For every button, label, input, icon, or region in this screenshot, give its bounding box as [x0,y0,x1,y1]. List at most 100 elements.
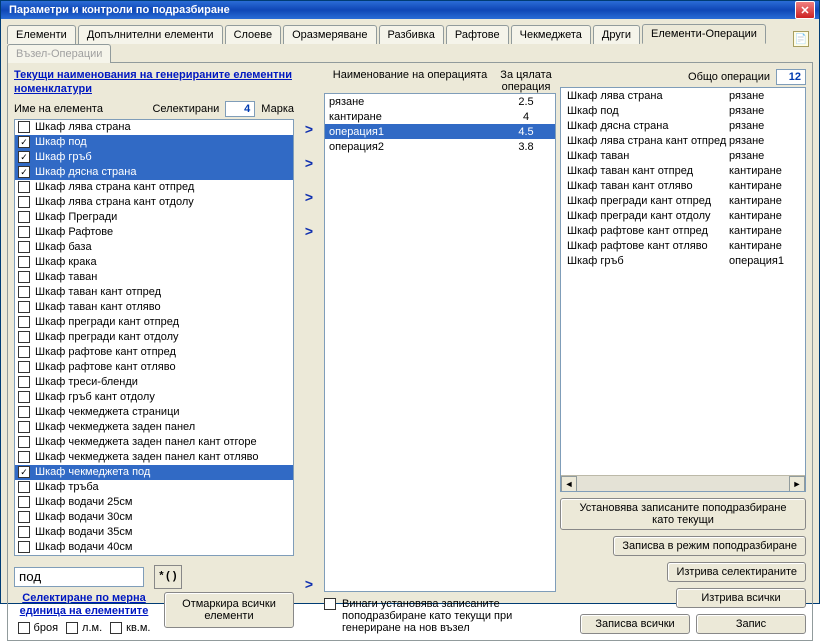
operation-row[interactable]: операция23.8 [325,139,555,154]
result-row[interactable]: Шкаф гръбоперация1 [561,253,805,268]
list-item[interactable]: Шкаф чекмеджета страници [15,405,293,420]
operation-row[interactable]: кантиране4 [325,109,555,124]
set-defaults-button[interactable]: Установява записаните поподразбиране кат… [560,498,806,530]
result-row[interactable]: Шкаф лява страна кант отпредрязане [561,133,805,148]
list-item[interactable]: Шкаф лява страна [15,120,293,135]
item-checkbox[interactable] [18,286,30,298]
list-item[interactable]: Шкаф водачи 35см [15,525,293,540]
close-button[interactable]: ✕ [795,1,815,19]
item-checkbox[interactable] [18,121,30,133]
horizontal-scrollbar[interactable]: ◄ ► [561,475,805,491]
item-checkbox[interactable] [18,256,30,268]
list-item[interactable]: Шкаф таван кант отпред [15,285,293,300]
result-row[interactable]: Шкаф подрязане [561,103,805,118]
list-item[interactable]: Шкаф рафтове кант отляво [15,360,293,375]
tab-6[interactable]: Чекмеджета [511,25,591,44]
tab-3[interactable]: Оразмеряване [283,25,376,44]
list-item[interactable]: Шкаф дясна страна [15,165,293,180]
unit-checkbox[interactable] [18,622,30,634]
list-item[interactable]: Шкаф таван кант отляво [15,300,293,315]
item-checkbox[interactable] [18,496,30,508]
list-item[interactable]: Шкаф гръб кант отдолу [15,390,293,405]
list-item[interactable]: Шкаф водачи 25см [15,495,293,510]
list-item[interactable]: Шкаф тръба [15,480,293,495]
result-row[interactable]: Шкаф прегради кант отпредкантиране [561,193,805,208]
list-item[interactable]: Шкаф база [15,240,293,255]
list-item[interactable]: Шкаф Рафтове [15,225,293,240]
list-item[interactable]: Шкаф водачи 40см [15,540,293,555]
item-checkbox[interactable] [18,541,30,553]
list-item[interactable]: Шкаф рафтове кант отпред [15,345,293,360]
list-item[interactable]: Шкаф чекмеджета под [15,465,293,480]
unit-checkbox[interactable] [110,622,122,634]
result-list[interactable]: Шкаф лява странарязанеШкаф подрязане Шкаф… [560,87,806,492]
search-wildcard-button[interactable]: *() [154,565,182,589]
item-checkbox[interactable] [18,136,30,148]
result-row[interactable]: Шкаф рафтове кант отлявокантиране [561,238,805,253]
tab-8[interactable]: Елементи-Операции [642,24,766,44]
list-item[interactable]: Шкаф лява страна кант отдолу [15,195,293,210]
item-checkbox[interactable] [18,391,30,403]
search-input[interactable] [14,567,144,587]
save-button[interactable]: Запис [696,614,806,634]
item-checkbox[interactable] [18,376,30,388]
tab-2[interactable]: Слоеве [225,25,282,44]
item-checkbox[interactable] [18,451,30,463]
list-item[interactable]: Шкаф треси-бленди [15,375,293,390]
operation-row[interactable]: рязане2.5 [325,94,555,109]
delete-selected-button[interactable]: Изтрива селектираните [667,562,806,582]
tab-0[interactable]: Елементи [7,25,76,44]
tab-7[interactable]: Други [593,25,640,44]
operation-row[interactable]: операция14.5 [325,124,555,139]
list-item[interactable]: Шкаф прегради кант отдолу [15,330,293,345]
list-item[interactable]: Шкаф чекмеджета заден панел кант отляво [15,450,293,465]
item-checkbox[interactable] [18,466,30,478]
item-checkbox[interactable] [18,346,30,358]
scroll-left-icon[interactable]: ◄ [561,476,577,492]
tab-4[interactable]: Разбивка [379,25,444,44]
item-checkbox[interactable] [18,406,30,418]
detach-icon[interactable]: 📄 [793,31,809,47]
result-row[interactable]: Шкаф рафтове кант отпредкантиране [561,223,805,238]
item-checkbox[interactable] [18,271,30,283]
result-row[interactable]: Шкаф таван кант отлявокантиране [561,178,805,193]
item-checkbox[interactable] [18,421,30,433]
item-checkbox[interactable] [18,361,30,373]
add-arrow-2[interactable]: > [298,153,320,173]
item-checkbox[interactable] [18,481,30,493]
unmark-all-button[interactable]: Отмаркира всички елементи [164,592,294,628]
list-item[interactable]: Шкаф Прегради [15,210,293,225]
delete-all-button[interactable]: Изтрива всички [676,588,806,608]
list-item[interactable]: Шкаф таван [15,270,293,285]
item-checkbox[interactable] [18,166,30,178]
item-checkbox[interactable] [18,331,30,343]
list-item[interactable]: Шкаф крака [15,255,293,270]
add-arrow-4[interactable]: > [298,221,320,241]
nomenclature-link[interactable]: Текущи наименования на генерираните елем… [14,69,294,97]
item-checkbox[interactable] [18,181,30,193]
item-checkbox[interactable] [18,151,30,163]
list-item[interactable]: Шкаф лява страна кант отпред [15,180,293,195]
result-row[interactable]: Шкаф таван кант отпредкантиране [561,163,805,178]
item-checkbox[interactable] [18,301,30,313]
tab-5[interactable]: Рафтове [446,25,509,44]
item-checkbox[interactable] [18,196,30,208]
item-checkbox[interactable] [18,211,30,223]
item-checkbox[interactable] [18,526,30,538]
list-item[interactable]: Шкаф чекмеджета заден панел [15,420,293,435]
result-row[interactable]: Шкаф таванрязане [561,148,805,163]
add-arrow-bottom[interactable]: > [298,574,320,594]
operations-list[interactable]: рязане2.5кантиране4операция14.5операция2… [324,93,556,592]
list-item[interactable]: Шкаф чекмеджета заден панел кант отгоре [15,435,293,450]
item-checkbox[interactable] [18,241,30,253]
item-checkbox[interactable] [18,511,30,523]
list-item[interactable]: Шкаф гръб [15,150,293,165]
unit-checkbox[interactable] [66,622,78,634]
result-row[interactable]: Шкаф лява странарязане [561,88,805,103]
list-item[interactable]: Шкаф прегради кант отпред [15,315,293,330]
result-row[interactable]: Шкаф прегради кант отдолукантиране [561,208,805,223]
item-checkbox[interactable] [18,436,30,448]
list-item[interactable]: Шкаф под [15,135,293,150]
list-item[interactable]: Шкаф водачи 30см [15,510,293,525]
scroll-right-icon[interactable]: ► [789,476,805,492]
